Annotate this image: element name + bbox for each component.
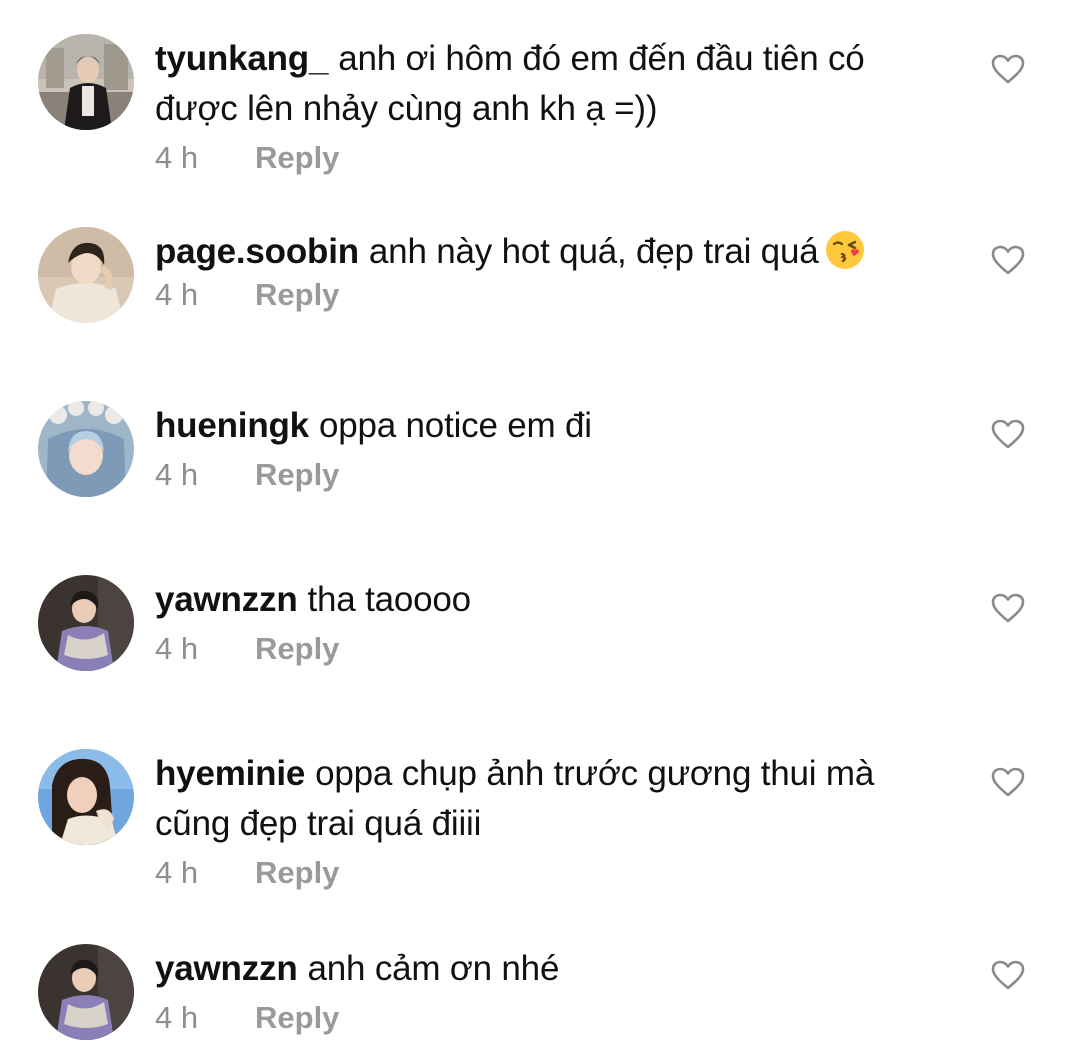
heart-outline-icon[interactable] xyxy=(991,960,1025,990)
comment-text: hyeminie oppa chụp ảnh trước gương thui m… xyxy=(155,749,955,849)
reply-button[interactable]: Reply xyxy=(255,629,339,669)
heart-outline-icon[interactable] xyxy=(991,593,1025,623)
avatar-yawnzzn[interactable] xyxy=(38,944,134,1040)
comment-text: tyunkang_ anh ơi hôm đó em đến đầu tiên c… xyxy=(155,34,955,134)
comment-body: tyunkang_ anh ơi hôm đó em đến đầu tiên c… xyxy=(155,34,955,178)
reply-button[interactable]: Reply xyxy=(255,455,339,495)
comment-timestamp: 4 h xyxy=(155,1000,199,1035)
avatar-hueningk[interactable] xyxy=(38,401,134,497)
comment-username[interactable]: hueningk xyxy=(155,406,309,445)
comment-username[interactable]: yawnzzn xyxy=(155,580,298,619)
comment-text: page.soobin anh này hot quá, đẹp trai quá xyxy=(155,227,955,277)
face-blowing-kiss-emoji xyxy=(824,229,866,271)
comment-meta: 4 h Reply xyxy=(155,455,955,495)
comment-body: hueningk oppa notice em đi 4 h Reply xyxy=(155,401,955,495)
comment-username[interactable]: tyunkang_ xyxy=(155,39,328,78)
avatar-hyeminie[interactable] xyxy=(38,749,134,845)
comment-timestamp: 4 h xyxy=(155,277,199,312)
heart-outline-icon[interactable] xyxy=(991,767,1025,797)
comment-body: page.soobin anh này hot quá, đẹp trai quá… xyxy=(155,227,955,315)
reply-button[interactable]: Reply xyxy=(255,998,339,1038)
comment-body: hyeminie oppa chụp ảnh trước gương thui m… xyxy=(155,749,955,893)
reply-button[interactable]: Reply xyxy=(255,853,339,893)
comment-text: yawnzzn anh cảm ơn nhé xyxy=(155,944,955,994)
heart-outline-icon[interactable] xyxy=(991,245,1025,275)
comment-meta: 4 h Reply xyxy=(155,275,955,315)
comment-timestamp: 4 h xyxy=(155,140,199,175)
comment-username[interactable]: hyeminie xyxy=(155,754,305,793)
comment-username[interactable]: yawnzzn xyxy=(155,949,298,988)
comment-timestamp: 4 h xyxy=(155,855,199,890)
comment-meta: 4 h Reply xyxy=(155,138,955,178)
reply-button[interactable]: Reply xyxy=(255,275,339,315)
comment-text: yawnzzn tha taoooo xyxy=(155,575,955,625)
avatar-tyunkang[interactable] xyxy=(38,34,134,130)
comment-username[interactable]: page.soobin xyxy=(155,232,359,271)
comment-body: yawnzzn tha taoooo 4 h Reply xyxy=(155,575,955,669)
comment-timestamp: 4 h xyxy=(155,631,199,666)
avatar-yawnzzn[interactable] xyxy=(38,575,134,671)
reply-button[interactable]: Reply xyxy=(255,138,339,178)
comment-meta: 4 h Reply xyxy=(155,998,955,1038)
comment-body: yawnzzn anh cảm ơn nhé 4 h Reply xyxy=(155,944,955,1038)
heart-outline-icon[interactable] xyxy=(991,419,1025,449)
comment-message: anh cảm ơn nhé xyxy=(307,949,560,988)
comment-meta: 4 h Reply xyxy=(155,629,955,669)
heart-outline-icon[interactable] xyxy=(991,54,1025,84)
avatar-page-soobin[interactable] xyxy=(38,227,134,323)
comment-message: anh này hot quá, đẹp trai quá xyxy=(368,232,819,271)
comment-meta: 4 h Reply xyxy=(155,853,955,893)
comment-message: oppa notice em đi xyxy=(318,406,592,445)
comment-text: hueningk oppa notice em đi xyxy=(155,401,955,451)
comment-timestamp: 4 h xyxy=(155,457,199,492)
comment-message: tha taoooo xyxy=(307,580,472,619)
